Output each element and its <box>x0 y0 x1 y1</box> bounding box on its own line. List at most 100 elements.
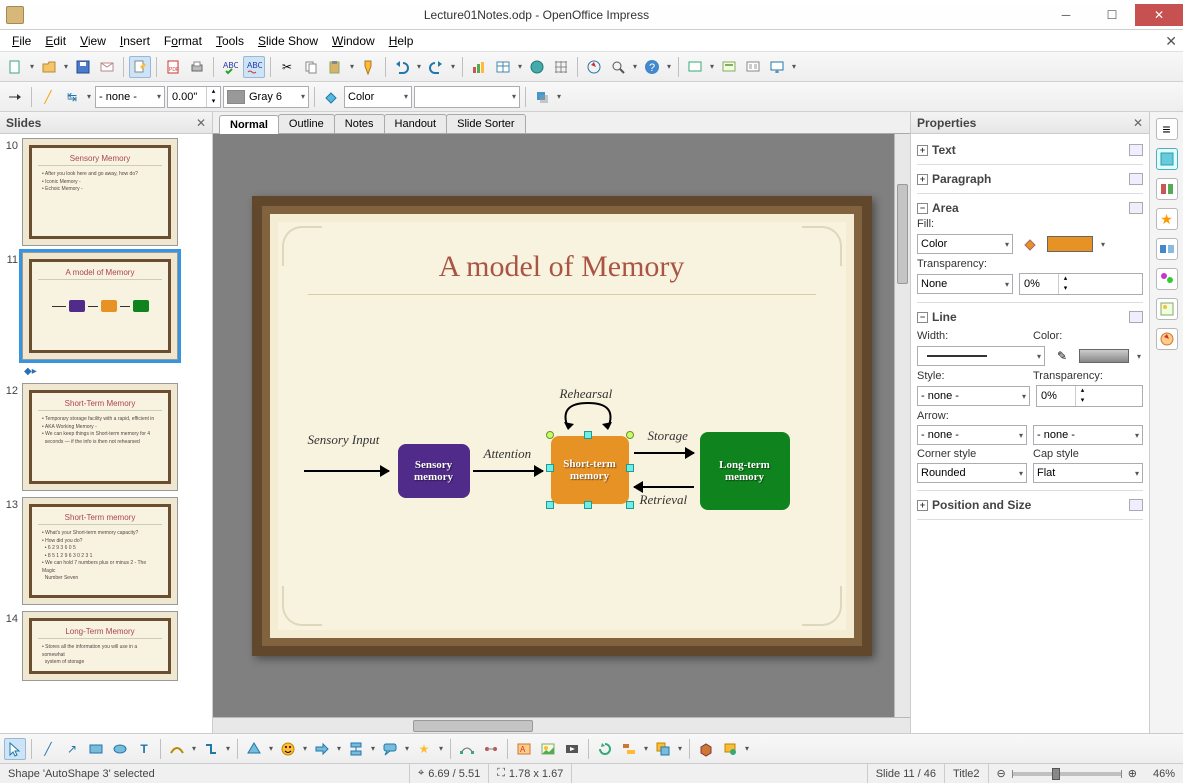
fontwork-tool[interactable]: A <box>513 738 535 760</box>
menu-slideshow[interactable]: Slide Show <box>252 32 324 50</box>
cap-style-combo[interactable]: Flat▾ <box>1033 463 1143 483</box>
shadow-button[interactable] <box>531 86 553 108</box>
callouts-dropdown[interactable]: ▾ <box>403 738 411 760</box>
spellcheck-button[interactable]: ABC <box>219 56 241 78</box>
corner-style-combo[interactable]: Rounded▾ <box>917 463 1027 483</box>
tab-outline[interactable]: Outline <box>278 114 335 133</box>
sidebar-slide-transition-icon[interactable] <box>1156 238 1178 260</box>
minimize-button[interactable]: ─ <box>1043 4 1089 26</box>
curve-tool[interactable] <box>166 738 188 760</box>
line-width-spinner[interactable]: 0.00"▴▾ <box>167 86 221 108</box>
redo-button[interactable] <box>425 56 447 78</box>
line-color-dropdown[interactable]: ▾ <box>1135 345 1143 367</box>
document-close-button[interactable]: ✕ <box>1165 33 1177 50</box>
area-fill-type-combo[interactable]: Color▾ <box>917 234 1013 254</box>
fill-color-combo[interactable]: ▾ <box>414 86 520 108</box>
box-long-term-memory[interactable]: Long-termmemory <box>700 432 790 510</box>
flowchart-tool[interactable] <box>345 738 367 760</box>
section-position-size[interactable]: +Position and Size <box>917 495 1143 515</box>
navigator-button[interactable] <box>583 56 605 78</box>
arrow-storage[interactable] <box>634 452 694 454</box>
points-tool[interactable] <box>456 738 478 760</box>
fill-bucket-icon[interactable] <box>1019 233 1041 255</box>
sidebar-custom-animation-icon[interactable]: ★ <box>1156 208 1178 230</box>
new-dropdown[interactable]: ▾ <box>28 56 36 78</box>
slide-thumbnail-14[interactable]: Long-Term Memory• Stores all the informa… <box>22 611 178 681</box>
slide-design-button[interactable] <box>718 56 740 78</box>
paste-dropdown[interactable]: ▾ <box>348 56 356 78</box>
menu-view[interactable]: View <box>74 32 112 50</box>
section-area-more-icon[interactable] <box>1129 202 1143 214</box>
curve-dropdown[interactable]: ▾ <box>190 738 198 760</box>
line-color-swatch[interactable] <box>1079 349 1129 363</box>
section-text-more-icon[interactable] <box>1129 144 1143 156</box>
line-width-combo[interactable]: ▾ <box>917 346 1045 366</box>
slides-list[interactable]: 10 Sensory Memory• After you look here a… <box>0 134 212 733</box>
properties-close[interactable]: ✕ <box>1133 116 1143 130</box>
alignment-tool[interactable] <box>618 738 640 760</box>
auto-spellcheck-button[interactable]: ABC <box>243 56 265 78</box>
menu-tools[interactable]: Tools <box>210 32 250 50</box>
sidebar-properties-icon[interactable] <box>1156 148 1178 170</box>
box-sensory-memory[interactable]: Sensorymemory <box>398 444 470 498</box>
section-area[interactable]: −Area <box>917 198 1143 218</box>
section-text[interactable]: +Text <box>917 140 1143 160</box>
sidebar-styles-icon[interactable] <box>1156 268 1178 290</box>
arrow-tool[interactable]: ↗ <box>61 738 83 760</box>
close-button[interactable]: ✕ <box>1135 4 1183 26</box>
line-style-icon[interactable]: ╱ <box>37 86 59 108</box>
block-arrows-tool[interactable] <box>311 738 333 760</box>
slide-button[interactable] <box>684 56 706 78</box>
line-color-combo[interactable]: Gray 6▾ <box>223 86 309 108</box>
text-tool[interactable]: T <box>133 738 155 760</box>
arrow-input[interactable] <box>304 470 389 472</box>
zoom-dropdown[interactable]: ▾ <box>631 56 639 78</box>
arrow-end-combo[interactable]: - none -▾ <box>1033 425 1143 445</box>
section-paragraph[interactable]: +Paragraph <box>917 169 1143 189</box>
rectangle-tool[interactable] <box>85 738 107 760</box>
export-pdf-button[interactable]: PDF <box>162 56 184 78</box>
insert-av-tool[interactable] <box>561 738 583 760</box>
arrow-rehearsal[interactable] <box>558 398 628 432</box>
line-endings-button[interactable]: ↹ <box>61 86 83 108</box>
tab-handout[interactable]: Handout <box>384 114 448 133</box>
line-transparency-spinner[interactable]: 0%▴▾ <box>1036 385 1143 407</box>
area-fill-icon[interactable] <box>320 86 342 108</box>
connector-dropdown[interactable]: ▾ <box>224 738 232 760</box>
arrow-style-button[interactable] <box>4 86 26 108</box>
menu-window[interactable]: Window <box>326 32 381 50</box>
menu-insert[interactable]: Insert <box>114 32 156 50</box>
block-arrows-dropdown[interactable]: ▾ <box>335 738 343 760</box>
format-paintbrush-button[interactable] <box>358 56 380 78</box>
slide-thumbnail-13[interactable]: Short-Term memory• What's your Short-ter… <box>22 497 178 605</box>
maximize-button[interactable]: ☐ <box>1089 4 1135 26</box>
slide-show-button[interactable] <box>766 56 788 78</box>
zoom-out-button[interactable]: ⊖ <box>997 767 1006 780</box>
slide-thumbnail-11[interactable]: A model of Memory <box>22 252 178 360</box>
tab-notes[interactable]: Notes <box>334 114 385 133</box>
line-style-combo[interactable]: - none -▾ <box>917 386 1030 406</box>
from-file-tool[interactable] <box>537 738 559 760</box>
symbol-shapes-tool[interactable] <box>277 738 299 760</box>
section-pos-more-icon[interactable] <box>1129 499 1143 511</box>
toolbar-overflow[interactable]: ▾ <box>665 56 673 78</box>
sidebar-navigator-icon[interactable] <box>1156 328 1178 350</box>
select-tool[interactable] <box>4 738 26 760</box>
area-transparency-type-combo[interactable]: None▾ <box>917 274 1013 294</box>
arrow-start-combo[interactable]: - none -▾ <box>917 425 1027 445</box>
line-tool[interactable]: ╱ <box>37 738 59 760</box>
new-button[interactable] <box>4 56 26 78</box>
interaction-tool[interactable] <box>719 738 741 760</box>
connector-tool[interactable] <box>200 738 222 760</box>
area-transparency-spinner[interactable]: 0%▴▾ <box>1019 273 1143 295</box>
menu-file[interactable]: File <box>6 32 37 50</box>
open-button[interactable] <box>38 56 60 78</box>
stars-tool[interactable]: ★ <box>413 738 435 760</box>
ellipse-tool[interactable] <box>109 738 131 760</box>
slide-title[interactable]: A model of Memory <box>308 222 816 295</box>
slides-panel-close[interactable]: ✕ <box>196 116 206 130</box>
open-dropdown[interactable]: ▾ <box>62 56 70 78</box>
print-button[interactable] <box>186 56 208 78</box>
copy-button[interactable] <box>300 56 322 78</box>
area-fill-swatch[interactable] <box>1047 236 1093 252</box>
